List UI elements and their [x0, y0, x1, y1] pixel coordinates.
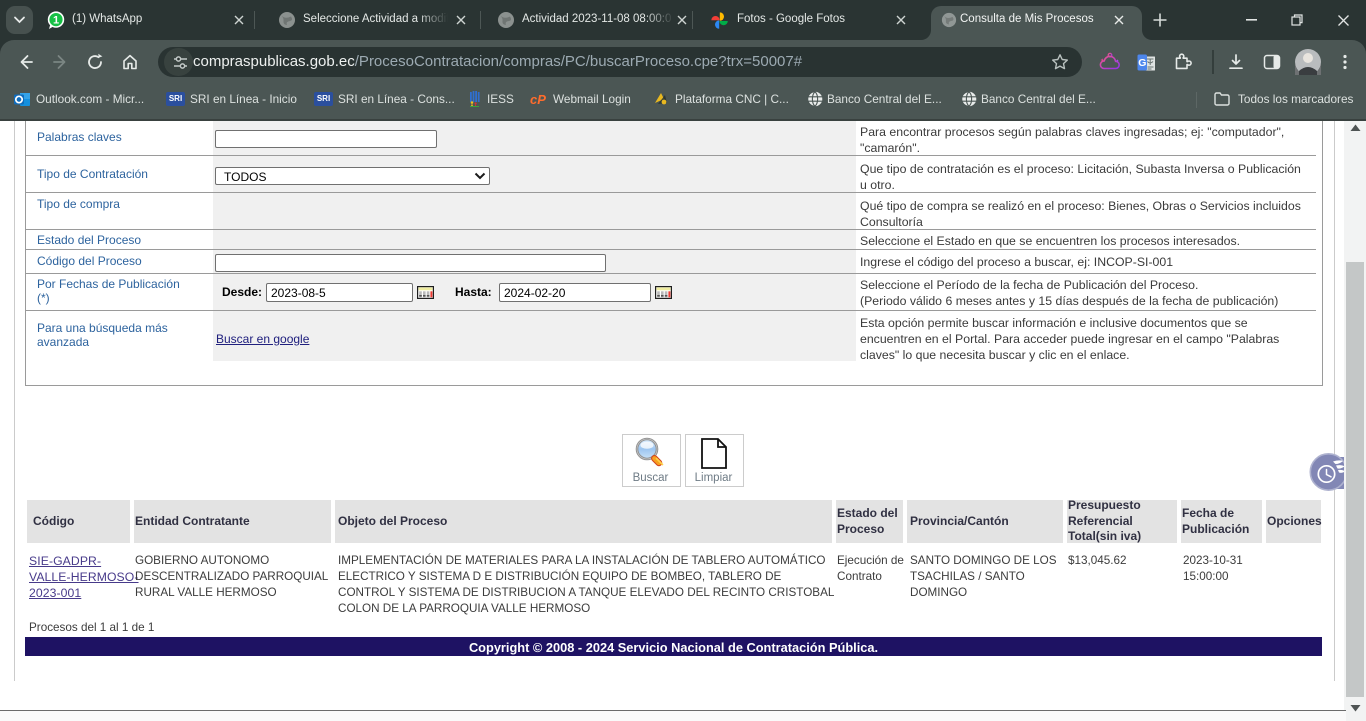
svg-text:G: G: [1138, 57, 1146, 69]
svg-text:1: 1: [53, 15, 59, 27]
